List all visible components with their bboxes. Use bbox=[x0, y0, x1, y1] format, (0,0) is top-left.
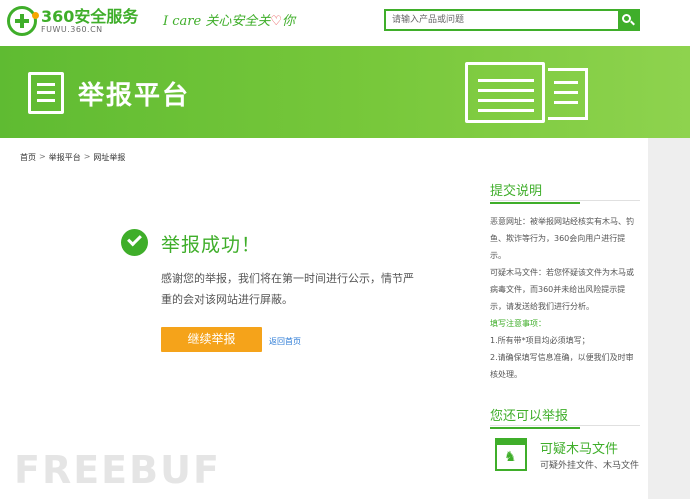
breadcrumb-home[interactable]: 首页 bbox=[20, 152, 36, 163]
watermark: FREEBUF bbox=[14, 448, 221, 492]
document-stack-icon bbox=[548, 68, 588, 120]
logo-icon bbox=[7, 6, 39, 36]
instruction-note-2: 2.请确保填写信息准确，以便我们及时审核处理。 bbox=[490, 353, 634, 379]
instruction-malicious-url: 恶意网址：被举报网站经核实有木马、钓鱼、欺诈等行为，360会向用户进行提示。 bbox=[490, 217, 634, 260]
breadcrumb: 首页 > 举报平台 > 网址举报 bbox=[20, 152, 125, 163]
search-box bbox=[384, 9, 640, 31]
success-title: 举报成功！ bbox=[161, 234, 262, 256]
instruction-note-1: 1.所有带*项目均必须填写； bbox=[490, 336, 590, 345]
document-illustration-icon bbox=[465, 62, 545, 123]
logo-title: 360安全服务 bbox=[41, 7, 139, 26]
document-icon bbox=[28, 72, 64, 114]
breadcrumb-report-platform[interactable]: 举报平台 bbox=[49, 152, 81, 163]
banner: 举报平台 bbox=[0, 46, 690, 138]
trojan-file-description: 可疑外挂文件、木马文件 bbox=[540, 461, 640, 471]
heart-icon: ♡ bbox=[270, 14, 282, 29]
page: 360安全服务 FUWU.360.CN I care 关心安全关♡你 举报平台 bbox=[0, 0, 690, 499]
continue-report-button[interactable]: 继续举报 bbox=[161, 327, 262, 352]
check-circle-icon bbox=[121, 229, 148, 256]
logo[interactable]: 360安全服务 FUWU.360.CN bbox=[7, 6, 138, 36]
submit-instructions: 提交说明 恶意网址：被举报网站经核实有木马、钓鱼、欺诈等行为，360会向用户进行… bbox=[490, 180, 640, 383]
breadcrumb-separator: > bbox=[39, 152, 46, 161]
trojan-horse-icon[interactable]: ♞ bbox=[495, 438, 527, 471]
success-message: 感谢您的举报，我们将在第一时间进行公示，情节严重的会对该网站进行屏蔽。 bbox=[161, 272, 414, 306]
also-report-section: 您还可以举报 bbox=[490, 405, 640, 429]
logo-subtitle: FUWU.360.CN bbox=[41, 25, 103, 34]
breadcrumb-separator: > bbox=[83, 152, 91, 161]
breadcrumb-current: 网址举报 bbox=[93, 153, 126, 162]
right-gutter bbox=[648, 138, 690, 499]
instruction-trojan-file: 可疑木马文件：若您怀疑该文件为木马或病毒文件，而360并未给出风险提示提示，请发… bbox=[490, 268, 634, 311]
slogan-text: I care 关心安全关 bbox=[163, 14, 271, 29]
banner-title: 举报平台 bbox=[78, 81, 191, 111]
trojan-file-link[interactable]: 可疑木马文件 bbox=[540, 438, 618, 457]
search-input[interactable] bbox=[386, 11, 618, 29]
slogan-text-end: 你 bbox=[282, 14, 296, 29]
search-button[interactable] bbox=[618, 11, 638, 29]
back-home-link[interactable]: 返回首页 bbox=[269, 336, 301, 347]
slogan: I care 关心安全关♡你 bbox=[163, 10, 295, 29]
header: 360安全服务 FUWU.360.CN I care 关心安全关♡你 bbox=[0, 0, 690, 46]
instruction-notes-heading: 填写注意事项： bbox=[490, 319, 546, 328]
